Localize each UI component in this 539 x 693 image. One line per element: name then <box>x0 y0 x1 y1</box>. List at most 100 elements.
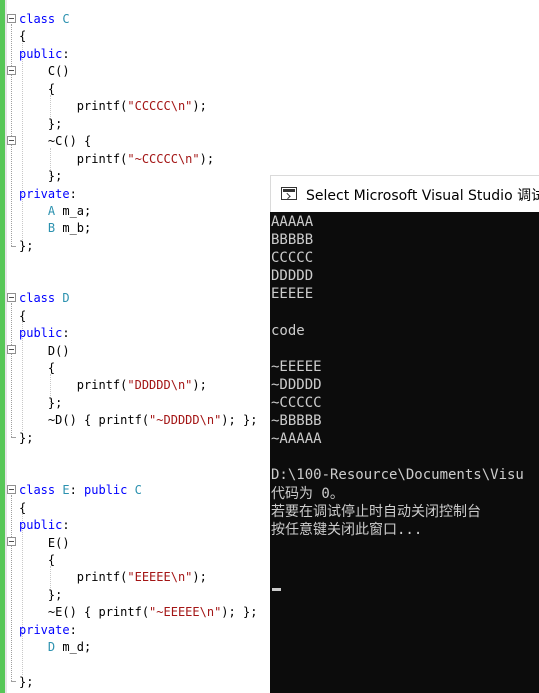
code-token: "EEEEE\n" <box>127 570 193 585</box>
outline-end <box>11 437 16 438</box>
code-token: ); <box>199 151 215 166</box>
console-output-line: 按任意键关闭此窗口... <box>271 521 423 538</box>
code-token: public <box>19 518 63 533</box>
code-line[interactable]: }; <box>19 168 62 185</box>
code-line[interactable]: ~D() { printf("~DDDDD\n"); }; <box>19 412 258 429</box>
code-line[interactable]: { <box>19 360 55 377</box>
outline-line <box>11 303 13 437</box>
code-line[interactable]: printf("DDDDD\n"); <box>19 377 207 394</box>
collapse-constructor-e-icon[interactable] <box>7 537 16 546</box>
code-line[interactable]: E() <box>19 535 70 552</box>
code-line[interactable]: printf("EEEEE\n"); <box>19 569 207 586</box>
code-token: C <box>55 12 70 26</box>
code-token: }; <box>19 430 34 445</box>
code-token: class <box>19 12 56 26</box>
code-token: A <box>19 203 56 218</box>
collapse-constructor-c-icon[interactable] <box>7 66 16 75</box>
code-line[interactable]: private: <box>19 186 77 203</box>
code-line[interactable]: C() <box>19 63 70 80</box>
code-token: "DDDDD\n" <box>127 378 193 393</box>
code-line[interactable]: ~C() { <box>19 133 91 150</box>
code-token: : <box>62 46 70 61</box>
code-line[interactable]: }; <box>19 116 62 133</box>
code-line[interactable]: { <box>19 308 26 325</box>
collapse-class-c-icon[interactable] <box>7 14 16 23</box>
code-line[interactable]: printf("~CCCCC\n"); <box>19 151 214 168</box>
code-token: { <box>19 29 27 44</box>
code-token: printf( <box>19 99 128 114</box>
code-token: "CCCCC\n" <box>127 99 193 114</box>
code-line[interactable]: private: <box>19 622 77 639</box>
code-line[interactable]: }; <box>19 238 33 255</box>
console-output: AAAAA BBBBB CCCCC DDDDD EEEEE code ~EEEEE ~DDDD… <box>270 212 539 693</box>
code-line[interactable]: { <box>19 28 26 45</box>
code-line[interactable]: { <box>19 500 26 517</box>
code-line[interactable]: { <box>19 552 55 569</box>
code-token: private <box>19 186 70 201</box>
code-token: D <box>55 291 70 306</box>
code-line[interactable]: A m_a; <box>19 203 91 220</box>
console-output-line: ~EEEEE <box>271 358 322 375</box>
code-line[interactable]: class D <box>19 290 70 307</box>
console-output-line: code <box>271 322 305 339</box>
code-line[interactable]: }; <box>19 430 33 447</box>
code-token: }; <box>19 587 63 602</box>
console-output-line: DDDDD <box>271 268 314 285</box>
code-line[interactable]: { <box>19 81 55 98</box>
code-line[interactable]: public: <box>19 517 70 534</box>
code-token: ); }; <box>221 605 258 620</box>
console-title-bar[interactable]: Select Microsoft Visual Studio 调试 <box>270 175 539 212</box>
code-token: ); <box>192 570 207 585</box>
code-token: : <box>69 483 85 498</box>
code-token: printf( <box>19 151 128 166</box>
code-token: { <box>19 361 56 375</box>
console-window[interactable]: Select Microsoft Visual Studio 调试 AAAAA B… <box>270 175 539 693</box>
code-token: class <box>19 291 56 306</box>
console-output-line: ~DDDDD <box>271 376 322 393</box>
code-token: C() <box>19 64 70 79</box>
code-line[interactable]: }; <box>19 587 62 604</box>
code-token: "~DDDDD\n" <box>149 413 222 428</box>
code-token: D <box>19 640 56 655</box>
code-token: }; <box>19 675 34 690</box>
code-line[interactable]: class E: public C <box>19 482 142 499</box>
code-token: }; <box>19 238 34 253</box>
code-line[interactable]: printf("CCCCC\n"); <box>19 98 207 115</box>
collapse-class-e-icon[interactable] <box>7 485 16 494</box>
code-line[interactable]: class C <box>19 11 70 28</box>
code-line[interactable]: public: <box>19 46 70 63</box>
collapse-constructor-d-icon[interactable] <box>7 345 16 354</box>
code-token: ); }; <box>221 413 258 428</box>
code-token: printf( <box>19 378 128 393</box>
code-token: m_d; <box>55 640 92 655</box>
code-line[interactable]: }; <box>19 395 62 412</box>
code-line[interactable]: B m_b; <box>19 220 91 237</box>
outline-line <box>11 495 13 681</box>
code-token: }; <box>19 169 63 184</box>
console-app-icon <box>281 187 297 200</box>
console-output-line: EEEEE <box>271 286 314 303</box>
code-token: ~C() { <box>19 134 92 149</box>
collapse-destructor-c-icon[interactable] <box>7 136 16 145</box>
console-output-line: ~CCCCC <box>271 395 322 411</box>
code-line[interactable]: public: <box>19 325 70 342</box>
code-token: D() <box>19 343 70 358</box>
code-line[interactable]: D m_d; <box>19 639 91 656</box>
code-token: { <box>19 308 27 323</box>
code-token: E <box>55 483 70 498</box>
code-token: class <box>19 483 56 498</box>
code-token: "~EEEEE\n" <box>149 605 222 620</box>
code-token: m_b; <box>55 221 92 236</box>
outline-line <box>11 24 13 246</box>
code-token: public <box>84 483 128 498</box>
outline-end <box>11 246 16 247</box>
console-output-line: ~AAAAA <box>271 431 322 448</box>
collapse-class-d-icon[interactable] <box>7 293 16 302</box>
code-token: printf( <box>19 570 128 585</box>
code-line[interactable]: D() <box>19 343 70 360</box>
code-line[interactable]: }; <box>19 674 33 691</box>
code-token: : <box>69 186 77 201</box>
code-token: ~E() { printf( <box>19 605 150 620</box>
code-token: ); <box>192 99 207 114</box>
code-line[interactable]: ~E() { printf("~EEEEE\n"); }; <box>19 604 258 621</box>
